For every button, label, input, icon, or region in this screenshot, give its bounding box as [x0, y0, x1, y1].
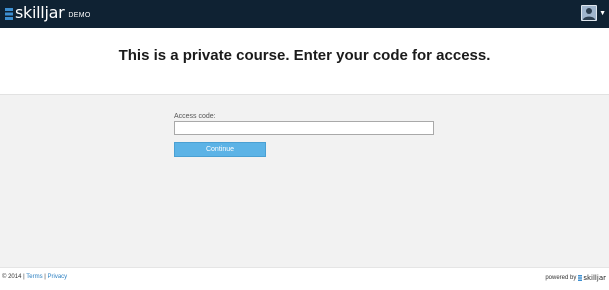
user-avatar-icon	[582, 6, 597, 20]
demo-badge: DEMO	[68, 12, 91, 19]
powered-by-brand: skilljar	[583, 274, 606, 282]
privacy-link[interactable]: Privacy	[47, 274, 67, 280]
powered-by-text: powered by	[545, 275, 577, 281]
course-access-banner: This is a private course. Enter your cod…	[0, 28, 609, 95]
access-code-label: Access code:	[174, 113, 216, 120]
page-title: This is a private course. Enter your cod…	[118, 47, 491, 64]
access-code-input[interactable]	[174, 121, 434, 135]
access-code-section: Access code: Continue	[0, 95, 609, 267]
continue-button[interactable]: Continue	[174, 142, 266, 157]
footer: © 2014 | Terms | Privacy powered by skil…	[0, 267, 609, 290]
skilljar-logo-icon	[578, 275, 583, 281]
caret-down-icon[interactable]: ▼	[599, 10, 606, 17]
user-menu[interactable]: ▼	[581, 5, 606, 21]
footer-separator: |	[44, 274, 46, 280]
copyright-text: © 2014	[2, 274, 22, 280]
footer-separator: |	[23, 274, 25, 280]
footer-links: © 2014 | Terms | Privacy	[2, 274, 67, 280]
skilljar-logo-icon	[5, 7, 13, 20]
terms-link[interactable]: Terms	[26, 274, 42, 280]
skilljar-logo[interactable]: skilljar DEMO	[5, 3, 91, 22]
top-navbar: skilljar DEMO ▼	[0, 0, 609, 28]
logo-text: skilljar	[15, 3, 65, 22]
avatar[interactable]	[581, 5, 598, 21]
powered-by[interactable]: powered by skilljar	[545, 274, 606, 282]
